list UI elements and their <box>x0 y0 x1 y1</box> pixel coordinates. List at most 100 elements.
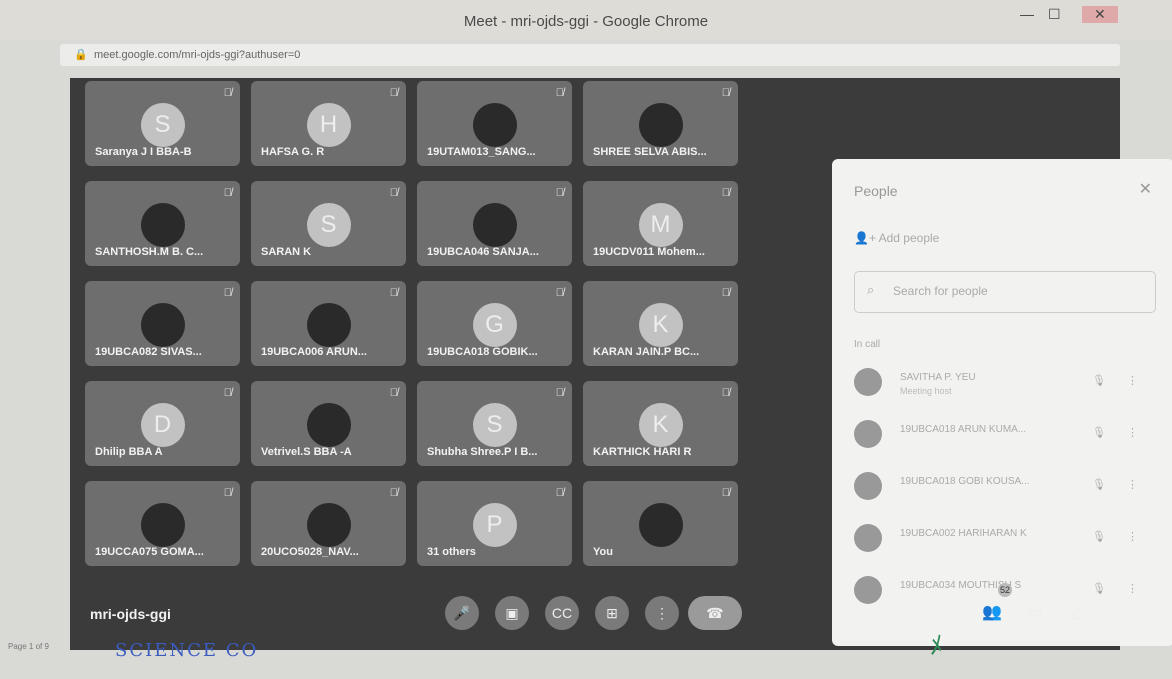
info-icon[interactable]: ⓘ <box>938 602 954 626</box>
avatar <box>854 368 882 396</box>
more-options-button[interactable]: ⋮ <box>645 596 679 630</box>
more-vert-icon[interactable]: ⋮ <box>1127 374 1138 387</box>
avatar <box>306 403 351 447</box>
page-label: Page 1 of 9 <box>8 642 49 651</box>
avatar <box>140 503 185 547</box>
people-row[interactable]: SAVITHA P. YEU Meeting host 🎙 ⋮ <box>854 364 1154 404</box>
url-text: meet.google.com/mri-ojds-ggi?authuser=0 <box>94 49 301 61</box>
mic-off-icon[interactable]: 🎙 <box>1092 582 1106 595</box>
participant-tile[interactable]: 19UTAM013_SANG... 🎙̸ <box>417 81 572 166</box>
avatar <box>140 203 185 247</box>
participant-tile[interactable]: 19UCCA075 GOMA... 🎙̸ <box>85 481 240 566</box>
mic-off-icon[interactable]: 🎙 <box>1092 426 1106 439</box>
participant-tile[interactable]: 19UBCA082 SIVAS... 🎙̸ <box>85 281 240 366</box>
address-bar[interactable]: 🔒 meet.google.com/mri-ojds-ggi?authuser=… <box>60 44 1120 66</box>
participant-tile[interactable]: D Dhilip BBA A 🎙̸ <box>85 381 240 466</box>
minimize-icon[interactable]: — <box>1020 6 1034 22</box>
avatar: S <box>472 403 517 447</box>
people-row[interactable]: 19UBCA018 GOBI KOUSA... 🎙 ⋮ <box>854 468 1154 508</box>
search-placeholder: Search for people <box>893 284 988 298</box>
participant-name: You <box>593 546 613 558</box>
avatar: G <box>472 303 517 347</box>
mic-off-icon: 🎙̸ <box>555 387 564 399</box>
participant-name: Saranya J I BBA-B <box>95 146 192 158</box>
more-vert-icon: ⋮ <box>655 605 669 621</box>
people-row[interactable]: 19UBCA002 HARIHARAN K 🎙 ⋮ <box>854 520 1154 560</box>
present-button[interactable]: ⊞ <box>595 596 629 630</box>
college-stamp: SCIENCE CO <box>115 640 315 679</box>
maximize-icon[interactable]: ☐ <box>1048 6 1061 23</box>
mic-off-icon: 🎙̸ <box>555 87 564 99</box>
window-title: Meet - mri-ojds-ggi - Google Chrome <box>463 13 709 30</box>
participant-name: HAFSA G. R <box>261 146 325 158</box>
participant-name: 20UCO5028_NAV... <box>261 546 359 558</box>
avatar <box>306 303 351 347</box>
mic-off-icon[interactable]: 🎙 <box>1092 530 1106 543</box>
mic-button[interactable]: 🎤 <box>445 596 479 630</box>
mic-off-icon: 🎤 <box>453 605 471 621</box>
chat-icon[interactable]: ▭ <box>1028 602 1043 622</box>
add-people-button[interactable]: 👤+ Add people <box>854 231 939 245</box>
mic-off-icon: 🎙̸ <box>721 487 730 499</box>
mic-off-icon[interactable]: 🎙 <box>1092 374 1106 387</box>
participant-tile[interactable]: 19UBCA006 ARUN... 🎙̸ <box>251 281 406 366</box>
avatar: K <box>638 403 683 447</box>
mic-off-icon: 🎙̸ <box>721 387 730 399</box>
participant-name: 31 others <box>427 546 476 558</box>
participant-tile[interactable]: You 🎙̸ <box>583 481 738 566</box>
participant-tile[interactable]: P 31 others 🎙̸ <box>417 481 572 566</box>
participant-name: 19UCDV011 Mohem... <box>593 246 705 258</box>
participant-tile[interactable]: SANTHOSH.M B. C... 🎙̸ <box>85 181 240 266</box>
avatar <box>854 420 882 448</box>
participant-tile[interactable]: S Saranya J I BBA-B 🎙̸ <box>85 81 240 166</box>
more-vert-icon[interactable]: ⋮ <box>1127 478 1138 491</box>
participant-name: SARAN K <box>261 246 312 258</box>
mic-off-icon[interactable]: 🎙 <box>1092 478 1106 491</box>
participant-tile[interactable]: G 19UBCA018 GOBIK... 🎙̸ <box>417 281 572 366</box>
camera-button[interactable]: ▣ <box>495 596 529 630</box>
participant-tile[interactable]: 20UCO5028_NAV... 🎙̸ <box>251 481 406 566</box>
mic-off-icon: 🎙̸ <box>389 287 398 299</box>
mic-off-icon: 🎙̸ <box>223 87 232 99</box>
add-person-icon: 👤+ <box>854 231 879 245</box>
people-row[interactable]: 19UBCA018 ARUN KUMA... 🎙 ⋮ <box>854 416 1154 456</box>
more-vert-icon[interactable]: ⋮ <box>1127 530 1138 543</box>
participant-name: KARAN JAIN.P BC... <box>593 346 700 358</box>
participant-tile[interactable]: K KARAN JAIN.P BC... 🎙̸ <box>583 281 738 366</box>
more-vert-icon[interactable]: ⋮ <box>1127 582 1138 595</box>
participant-name: SANTHOSH.M B. C... <box>95 246 204 258</box>
leave-call-button[interactable]: ☎ <box>688 596 742 630</box>
avatar <box>638 103 683 147</box>
close-icon[interactable]: ✕ <box>1082 6 1118 23</box>
avatar <box>638 503 683 547</box>
participant-tile[interactable]: SHREE SELVA ABIS... 🎙̸ <box>583 81 738 166</box>
mic-off-icon: 🎙̸ <box>223 187 232 199</box>
people-icon[interactable]: 👥 <box>982 602 1002 622</box>
mic-off-icon: 🎙̸ <box>389 187 398 199</box>
captions-button[interactable]: CC <box>545 596 579 630</box>
person-name: SAVITHA P. YEU <box>900 372 976 383</box>
participant-tile[interactable]: 19UBCA046 SANJA... 🎙̸ <box>417 181 572 266</box>
participant-name: 19UBCA046 SANJA... <box>427 246 539 258</box>
title-bar: Meet - mri-ojds-ggi - Google Chrome — ☐ … <box>0 0 1172 40</box>
close-icon[interactable]: ✕ <box>1139 179 1152 199</box>
add-people-label: Add people <box>878 231 940 245</box>
mic-off-icon: 🎙̸ <box>555 187 564 199</box>
person-name: 19UBCA018 ARUN KUMA... <box>900 424 1027 435</box>
participant-tile[interactable]: S SARAN K 🎙̸ <box>251 181 406 266</box>
search-people-input[interactable]: ⌕ Search for people <box>854 271 1156 313</box>
participant-tile[interactable]: K KARTHICK HARI R 🎙̸ <box>583 381 738 466</box>
participant-name: 19UCCA075 GOMA... <box>95 546 204 558</box>
avatar <box>854 472 882 500</box>
captions-icon: CC <box>551 605 573 621</box>
participant-name: 19UTAM013_SANG... <box>427 146 536 158</box>
participant-tile[interactable]: H HAFSA G. R 🎙̸ <box>251 81 406 166</box>
mic-off-icon: 🎙̸ <box>555 287 564 299</box>
participant-tile[interactable]: S Shubha Shree.P I B... 🎙̸ <box>417 381 572 466</box>
activities-icon[interactable]: △ <box>1072 602 1084 622</box>
avatar: H <box>306 103 351 147</box>
participant-tile[interactable]: M 19UCDV011 Mohem... 🎙̸ <box>583 181 738 266</box>
more-vert-icon[interactable]: ⋮ <box>1127 426 1138 439</box>
participant-tile[interactable]: Vetrivel.S BBA -A 🎙̸ <box>251 381 406 466</box>
avatar <box>472 203 517 247</box>
